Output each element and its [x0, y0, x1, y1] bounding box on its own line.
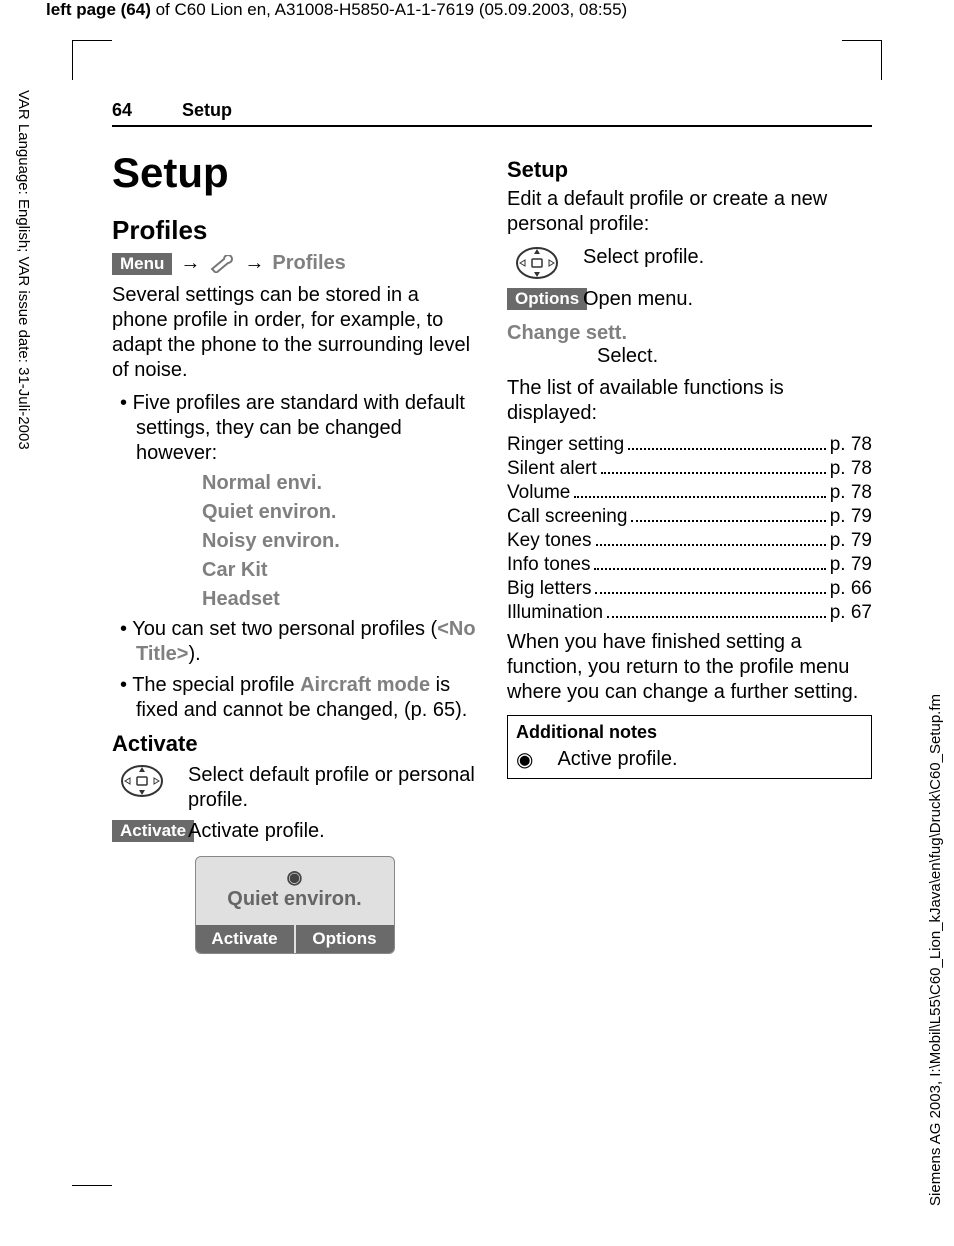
toc-label: Silent alert [507, 458, 597, 480]
h1-setup: Setup [112, 149, 477, 197]
doc-meta-header: left page (64) of C60 Lion en, A31008-H5… [46, 0, 627, 20]
toc-row: Illumination p. 67 [507, 602, 872, 624]
text: ). [188, 643, 200, 665]
side-meta-left: VAR Language: English; VAR issue date: 3… [15, 90, 32, 450]
h3-setup: Setup [507, 157, 872, 183]
toc-page: p. 78 [830, 458, 872, 480]
step-text: Select default profile or personal profi… [188, 763, 477, 813]
header-rest: of C60 Lion en, A31008-H5850-A1-1-7619 (… [151, 0, 627, 19]
wrench-icon [208, 255, 236, 273]
toc-label: Illumination [507, 602, 603, 624]
toc-row: Big letters p. 66 [507, 578, 872, 600]
toc-label: Call screening [507, 506, 627, 528]
toc-page: p. 78 [830, 482, 872, 504]
toc-label: Volume [507, 482, 570, 504]
step-text: Select profile. [583, 245, 872, 270]
page-content: 64 Setup Setup Profiles Menu → → Profile… [112, 100, 872, 954]
toc-page: p. 79 [830, 530, 872, 552]
crop-mark [842, 40, 882, 80]
profile-item: Quiet environ. [202, 501, 477, 524]
phone-title: Quiet environ. [200, 888, 390, 911]
profile-item: Normal envi. [202, 472, 477, 495]
function-toc: Ringer setting p. 78 Silent alert p. 78 Vo… [507, 434, 872, 624]
text: The special profile [132, 674, 300, 696]
toc-label: Big letters [507, 578, 591, 600]
arrow-icon: → [180, 252, 200, 275]
right-intro: Edit a default profile or create a new p… [507, 187, 872, 237]
toc-page: p. 79 [830, 554, 872, 576]
step-text: Activate profile. [188, 819, 477, 844]
running-header: 64 Setup [112, 100, 872, 127]
page-section: Setup [182, 100, 232, 121]
notes-text: Active profile. [557, 748, 677, 771]
intro-paragraph: Several settings can be stored in a phon… [112, 283, 477, 383]
phone-screenshot: ◉ Quiet environ. Activate Options [195, 856, 395, 954]
change-sett-action: Select. [597, 345, 872, 368]
bullet-personal: You can set two personal profiles (<No T… [112, 617, 477, 667]
toc-label: Info tones [507, 554, 590, 576]
step-text: Open menu. [583, 287, 872, 312]
toc-row: Volume p. 78 [507, 482, 872, 504]
navkey-icon [507, 245, 567, 281]
profile-item: Car Kit [202, 559, 477, 582]
outro-paragraph: When you have finished setting a functio… [507, 630, 872, 705]
profile-item: Headset [202, 588, 477, 611]
toc-row: Ringer setting p. 78 [507, 434, 872, 456]
step-activate: Activate Activate profile. [112, 819, 477, 844]
toc-row: Key tones p. 79 [507, 530, 872, 552]
profile-item: Noisy environ. [202, 530, 477, 553]
column-right: Setup Edit a default profile or create a… [507, 149, 872, 954]
step-open-menu: Options Open menu. [507, 287, 872, 312]
nav-profiles-label: Profiles [272, 252, 345, 275]
change-sett-label: Change sett. [507, 322, 872, 345]
side-meta-right: Siemens AG 2003, I:\Mobil\L55\C60_Lion_k… [927, 694, 944, 1206]
crop-mark [72, 40, 112, 80]
bullet-aircraft: The special profile Aircraft mode is fix… [112, 673, 477, 723]
page-number: 64 [112, 100, 132, 121]
h3-activate: Activate [112, 731, 477, 757]
bullet-standard: Five profiles are standard with default … [112, 391, 477, 466]
aircraft-mode-label: Aircraft mode [300, 674, 430, 696]
toc-label: Key tones [507, 530, 592, 552]
notes-title: Additional notes [516, 722, 863, 743]
column-left: Setup Profiles Menu → → Profiles Several… [112, 149, 477, 954]
crop-mark [842, 1146, 882, 1186]
navkey-icon [112, 763, 172, 799]
h2-profiles: Profiles [112, 215, 477, 246]
toc-page: p. 66 [830, 578, 872, 600]
arrow-icon: → [244, 252, 264, 275]
active-dot-icon: ◉ [516, 747, 533, 772]
toc-page: p. 79 [830, 506, 872, 528]
toc-row: Silent alert p. 78 [507, 458, 872, 480]
active-dot-icon: ◉ [200, 867, 390, 888]
crop-mark [72, 1146, 112, 1186]
default-profile-list: Normal envi. Quiet environ. Noisy enviro… [202, 472, 477, 611]
activate-chip: Activate [112, 820, 194, 842]
toc-row: Info tones p. 79 [507, 554, 872, 576]
nav-path: Menu → → Profiles [112, 252, 477, 275]
menu-chip: Menu [112, 253, 172, 275]
step-select: Select default profile or personal profi… [112, 763, 477, 813]
toc-row: Call screening p. 79 [507, 506, 872, 528]
toc-page: p. 67 [830, 602, 872, 624]
list-intro: The list of available functions is displ… [507, 376, 872, 426]
header-bold: left page (64) [46, 0, 151, 19]
softkey-left: Activate [196, 925, 296, 953]
softkey-right: Options [296, 925, 394, 953]
step-select-profile: Select profile. [507, 245, 872, 281]
options-chip: Options [507, 288, 587, 310]
toc-page: p. 78 [830, 434, 872, 456]
text: You can set two personal profiles ( [132, 618, 437, 640]
additional-notes-box: Additional notes ◉ Active profile. [507, 715, 872, 779]
toc-label: Ringer setting [507, 434, 624, 456]
